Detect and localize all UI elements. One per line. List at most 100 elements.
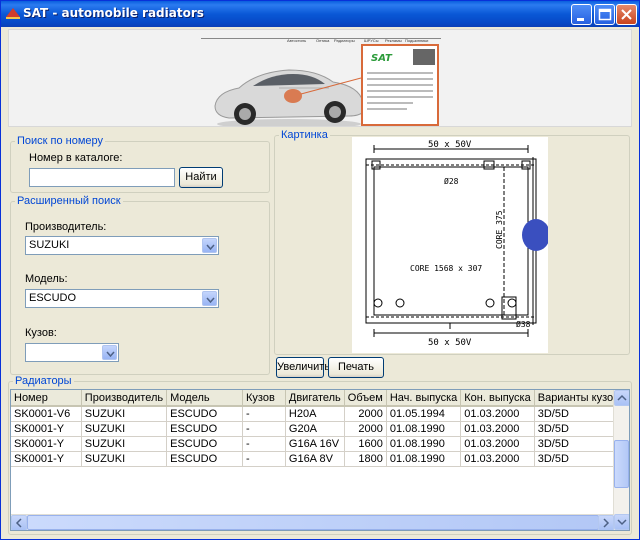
radiators-legend: Радиаторы [15, 375, 72, 387]
car-image [214, 69, 364, 126]
vertical-scrollbar[interactable] [613, 390, 629, 530]
radiator-drawing: 50 x 50V 50 x 50V CORE 1568 x 307 CORE 3… [352, 137, 550, 353]
chevron-down-icon[interactable] [202, 291, 217, 306]
column-header[interactable]: Кузов [242, 390, 286, 407]
cell-manufacturer: SUZUKI [81, 436, 168, 452]
cell-start: 01.05.1994 [386, 406, 462, 422]
body-label: Кузов: [25, 327, 57, 339]
cell-start: 01.08.1990 [386, 436, 462, 452]
cell-number: SK0001-Y [11, 436, 82, 452]
search-by-number-group: Поиск по номеру Номер в каталоге: Найти [10, 135, 270, 193]
inlet-tag-label: Ø28 [444, 176, 459, 186]
cell-body: - [242, 406, 286, 422]
cell-end: 01.03.2000 [460, 436, 535, 452]
manufacturer-select[interactable]: SUZUKI [25, 236, 219, 255]
cell-end: 01.03.2000 [460, 421, 535, 437]
table-row[interactable]: SK0001-Y SUZUKI ESCUDO - G16A 16V 1600 0… [11, 436, 629, 452]
banner-nav-item: Автостиль [287, 38, 307, 43]
banner-nav-item: Подшипники [405, 38, 429, 43]
core-label: CORE 1568 x 307 [410, 264, 482, 273]
banner-card: SAT [361, 44, 439, 126]
outlet-tag-label: Ø38 [516, 319, 531, 329]
cell-volume: 2000 [344, 421, 387, 437]
maximize-button[interactable] [594, 4, 615, 25]
table-row[interactable]: SK0001-Y SUZUKI ESCUDO - G20A 2000 01.08… [11, 421, 629, 437]
client-area: Автостиль Оптика Радиаторы ШРУСы Рекламы… [4, 27, 636, 537]
banner-thumbnail [413, 49, 435, 65]
close-button[interactable] [616, 4, 637, 25]
vertical-scroll-thumb[interactable] [614, 440, 629, 488]
cell-model: ESCUDO [166, 421, 244, 437]
column-header[interactable]: Объем [344, 390, 387, 407]
svg-text:SAT: SAT [371, 53, 393, 64]
cell-start: 01.08.1990 [386, 451, 462, 467]
cell-number: SK0001-Y [11, 451, 82, 467]
cell-engine: H20A [285, 406, 345, 422]
cell-manufacturer: SUZUKI [81, 421, 168, 437]
column-header[interactable]: Производитель [81, 390, 168, 407]
window-title: SAT - automobile radiators [23, 6, 204, 20]
title-bar[interactable]: SAT - automobile radiators [1, 1, 639, 27]
close-icon [621, 9, 632, 20]
table-row[interactable]: SK0001-V6 SUZUKI ESCUDO - H20A 2000 01.0… [11, 406, 629, 422]
picture-legend: Картинка [281, 129, 328, 141]
radiators-table: Номер Производитель Модель Кузов Двигате… [11, 390, 629, 467]
column-header[interactable]: Номер [11, 390, 82, 407]
cell-model: ESCUDO [166, 436, 244, 452]
advanced-search-group: Расширенный поиск Производитель: SUZUKI … [10, 195, 270, 375]
column-header[interactable]: Кон. выпуска [460, 390, 535, 407]
cell-start: 01.08.1990 [386, 421, 462, 437]
table-row[interactable]: SK0001-Y SUZUKI ESCUDO - G16A 8V 1800 01… [11, 451, 629, 467]
cell-volume: 1800 [344, 451, 387, 467]
column-header[interactable]: Нач. выпуска [386, 390, 462, 407]
horizontal-scrollbar[interactable] [11, 514, 614, 530]
minimize-button[interactable] [571, 4, 592, 25]
cell-end: 01.03.2000 [460, 406, 535, 422]
scroll-right-button[interactable] [598, 515, 614, 530]
model-label: Модель: [25, 273, 68, 285]
chevron-down-icon [617, 519, 627, 526]
maximize-icon [598, 8, 612, 21]
manufacturer-value: SUZUKI [29, 239, 70, 251]
table-header-row: Номер Производитель Модель Кузов Двигате… [11, 390, 629, 407]
radiators-grid[interactable]: Номер Производитель Модель Кузов Двигате… [10, 389, 630, 531]
cell-volume: 1600 [344, 436, 387, 452]
sat-logo-icon: SAT [367, 50, 409, 64]
banner-nav-item: Рекламы [385, 38, 402, 43]
cell-body: - [242, 436, 286, 452]
body-select[interactable] [25, 343, 119, 362]
dim-bottom-label: 50 x 50V [428, 338, 472, 348]
chevron-down-icon[interactable] [102, 345, 117, 360]
cell-model: ESCUDO [166, 406, 244, 422]
cell-number: SK0001-Y [11, 421, 82, 437]
find-button[interactable]: Найти [179, 167, 223, 188]
column-header[interactable]: Модель [166, 390, 244, 407]
advanced-search-legend: Расширенный поиск [17, 195, 121, 207]
cell-engine: G16A 16V [285, 436, 345, 452]
chevron-down-icon[interactable] [202, 238, 217, 253]
chevron-left-icon [15, 518, 22, 528]
model-value: ESCUDO [29, 292, 77, 304]
app-window: SAT - automobile radiators Автостиль Опт… [0, 0, 640, 540]
chevron-right-icon [603, 518, 610, 528]
banner-nav-item: Радиаторы [334, 38, 355, 43]
column-header[interactable]: Двигатель [285, 390, 345, 407]
radiator-drawing-svg: 50 x 50V 50 x 50V CORE 1568 x 307 CORE 3… [365, 140, 550, 348]
scroll-left-button[interactable] [11, 515, 27, 530]
scroll-down-button[interactable] [614, 514, 629, 530]
core-side-label: CORE 375 [495, 210, 504, 249]
cell-volume: 2000 [344, 406, 387, 422]
banner-nav-item: Оптика [316, 38, 330, 43]
cell-engine: G16A 8V [285, 451, 345, 467]
cell-manufacturer: SUZUKI [81, 406, 168, 422]
banner-text-lines [367, 72, 433, 114]
dim-top-label: 50 x 50V [428, 140, 472, 150]
cell-body: - [242, 451, 286, 467]
scroll-up-button[interactable] [614, 390, 629, 406]
cell-body: - [242, 421, 286, 437]
cell-end: 01.03.2000 [460, 451, 535, 467]
model-select[interactable]: ESCUDO [25, 289, 219, 308]
horizontal-scroll-thumb[interactable] [27, 515, 599, 530]
catalog-number-input[interactable] [29, 168, 175, 187]
minimize-icon [577, 18, 584, 21]
